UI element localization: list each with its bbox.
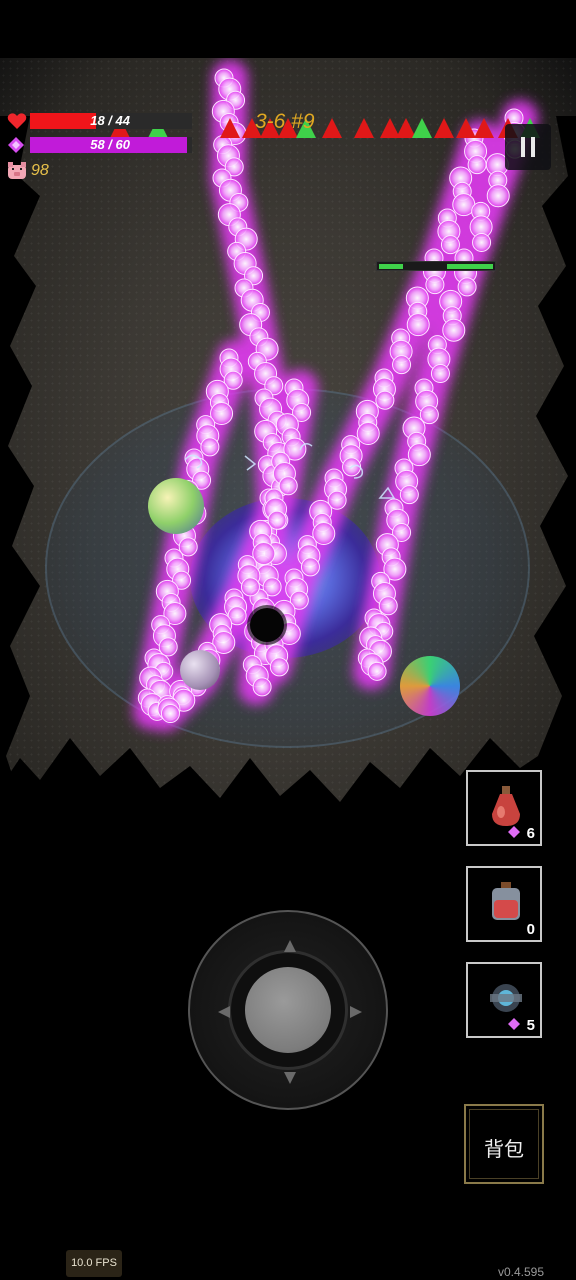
health-bar: 18 / 44 [30,113,192,129]
health-bar-fill [30,113,97,129]
red-potion-icon [492,786,520,826]
enemy-marker [380,118,400,138]
enemy-marker [456,118,476,138]
tech-orb-icon [490,984,522,1012]
player-character [250,608,284,642]
diamond-icon [508,826,520,838]
bag-label: 背包 [484,1139,524,1161]
pig-icon [8,162,26,179]
mana-text: 58 / 60 [90,137,130,152]
enemy-marker [474,118,494,138]
virtual-joystick[interactable] [188,910,388,1110]
rainbow-orb [400,656,460,716]
fps-counter: 10.0 FPS [66,1250,122,1277]
item-slot-red-potion[interactable]: 6 [466,770,542,846]
diamond-icon [8,137,24,153]
coin-counter: 98 [31,162,49,179]
item-slot-tech-orb[interactable]: 5 [466,962,542,1038]
enemy-health-bar [376,261,496,271]
pause-button[interactable] [505,124,551,170]
enemy-marker [434,118,454,138]
health-text: 18 / 44 [90,113,130,128]
game-scene[interactable] [0,58,576,858]
enemy-marker [322,118,342,138]
item-slot-red-flask[interactable]: 0 [466,866,542,942]
mana-bar: 58 / 60 [30,137,192,153]
enemy-marker [354,118,374,138]
bubble-projectile [180,650,220,690]
bubble-projectile [148,478,204,534]
diamond-icon [508,1018,520,1030]
enemy-marker [396,118,416,138]
joystick-knob[interactable] [245,967,331,1053]
bag-button[interactable]: 背包 [464,1104,544,1184]
version-label: v0.4.595 [497,1265,544,1279]
enemy-marker [412,118,432,138]
enemy-marker [220,118,240,138]
heart-icon [7,113,27,129]
stage-label: 3-6 #9 [255,110,315,133]
red-flask-icon [492,882,520,920]
